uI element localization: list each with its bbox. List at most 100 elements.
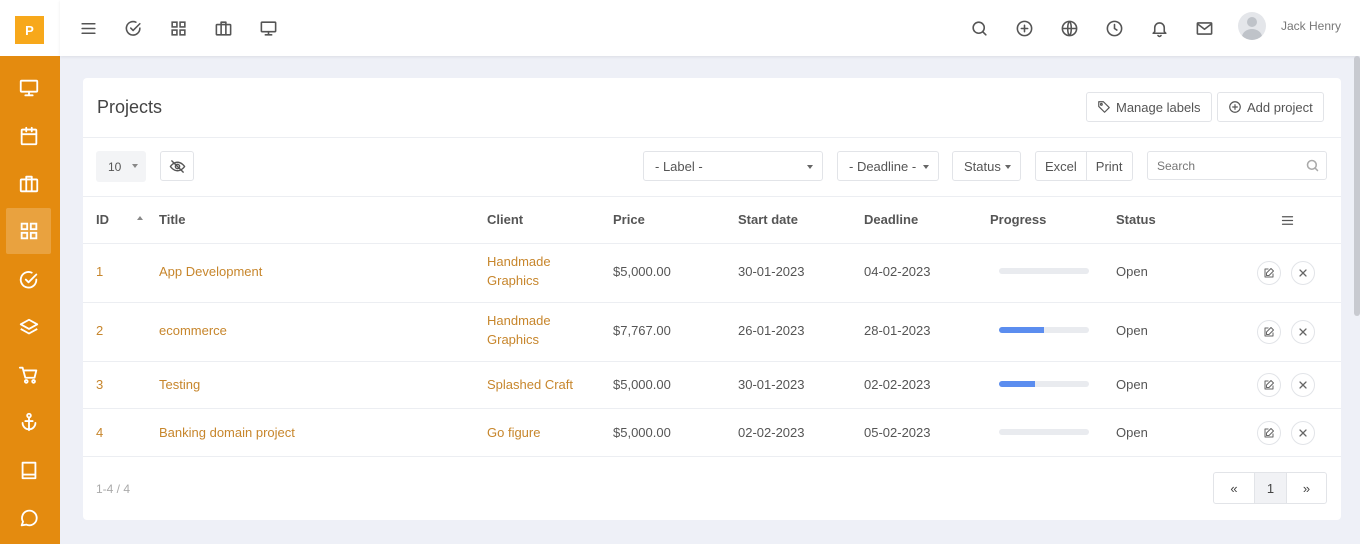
table-row: 4 Banking domain project Go figure $5,00… [83,409,1341,456]
page-1-button[interactable]: 1 [1254,473,1286,503]
toolbar-divider [83,196,1341,197]
sidebar-item-projects[interactable] [6,208,51,254]
edit-button[interactable] [1257,421,1281,445]
progress-fill [999,327,1044,333]
manage-labels-button[interactable]: Manage labels [1086,92,1212,122]
delete-button[interactable] [1291,261,1315,285]
add-project-label: Add project [1247,99,1313,115]
delete-button[interactable] [1291,320,1315,344]
table-row: 3 Testing Splashed Craft $5,000.00 30-01… [83,362,1341,408]
sidebar-item-leads[interactable] [6,305,51,351]
sidebar-item-messages[interactable] [6,495,51,541]
row-deadline: 05-02-2023 [864,425,931,440]
row-client-line2[interactable]: Graphics [487,273,539,288]
clock-icon [1106,20,1122,36]
manage-labels-label: Manage labels [1116,99,1201,115]
pagination: « 1 » [1213,472,1327,504]
notifications-button[interactable] [1146,15,1172,41]
close-icon [1299,429,1307,437]
progress-fill [999,381,1035,387]
hide-columns-button[interactable] [160,151,194,181]
table-row: 2 ecommerce Handmade Graphics $7,767.00 … [83,303,1341,361]
row-client-line1[interactable]: Handmade [487,313,551,328]
status-filter-value: Status [964,158,1001,174]
logo-area: P [0,0,60,56]
print-button[interactable]: Print [1085,152,1132,180]
sidebar-item-tasks[interactable] [6,257,51,303]
language-button[interactable] [1056,15,1082,41]
calendar-icon [20,126,37,146]
edit-button[interactable] [1257,373,1281,397]
sidebar-item-sales[interactable] [6,352,51,398]
col-header-deadline[interactable]: Deadline [864,212,918,227]
sidebar-item-knowledge[interactable] [6,447,51,493]
row-id[interactable]: 4 [96,425,103,440]
row-title[interactable]: Testing [159,377,200,392]
status-filter[interactable]: Status [952,151,1021,181]
col-header-price[interactable]: Price [613,212,645,227]
edit-icon [1264,327,1274,337]
row-price: $7,767.00 [613,323,671,338]
row-client-line1[interactable]: Handmade [487,254,551,269]
table-row: 1 App Development Handmade Graphics $5,0… [83,244,1341,302]
search-button[interactable] [966,15,992,41]
column-menu-icon[interactable] [1280,213,1295,228]
col-header-progress[interactable]: Progress [990,212,1046,227]
sidebar-item-events[interactable] [6,113,51,159]
deadline-filter[interactable]: - Deadline - [837,151,939,181]
search-input[interactable] [1147,151,1327,180]
sidebar-item-clients[interactable] [6,161,51,207]
row-title[interactable]: Banking domain project [159,425,295,440]
progress-bar [999,429,1089,435]
edit-button[interactable] [1257,320,1281,344]
col-header-client[interactable]: Client [487,212,523,227]
projects-card: Projects Manage labels Add project 10 - … [83,78,1341,520]
row-id[interactable]: 1 [96,264,103,279]
prev-page-button[interactable]: « [1214,473,1254,503]
page-size-select[interactable]: 10 [96,151,146,182]
page-scrollbar[interactable] [1354,56,1360,316]
label-filter[interactable]: - Label - [643,151,823,181]
brand-logo[interactable]: P [15,16,44,44]
sidebar-item-anchor[interactable] [6,399,51,445]
messages-button[interactable] [1191,15,1217,41]
caret-down-icon [923,165,929,169]
dashboard-shortcut-button[interactable] [255,15,281,41]
row-title[interactable]: App Development [159,264,262,279]
excel-button[interactable]: Excel [1036,152,1086,180]
timer-button[interactable] [1101,15,1127,41]
row-start-date: 26-01-2023 [738,323,805,338]
col-header-id[interactable]: ID [96,212,109,227]
col-header-title[interactable]: Title [159,212,186,227]
row-price: $5,000.00 [613,377,671,392]
add-project-button[interactable]: Add project [1217,92,1324,122]
grid-icon [20,222,37,240]
row-client[interactable]: Splashed Craft [487,377,573,392]
col-header-start-date[interactable]: Start date [738,212,798,227]
quick-add-button[interactable] [1011,15,1037,41]
edit-icon [1264,268,1274,278]
eye-off-icon [169,159,185,173]
edit-button[interactable] [1257,261,1281,285]
delete-button[interactable] [1291,373,1315,397]
tasks-shortcut-button[interactable] [120,15,146,41]
row-status: Open [1116,323,1148,338]
row-client-line2[interactable]: Graphics [487,332,539,347]
menu-toggle-button[interactable] [75,15,101,41]
row-id[interactable]: 3 [96,377,103,392]
row-client[interactable]: Go figure [487,425,540,440]
search-icon [971,20,987,36]
row-title[interactable]: ecommerce [159,323,227,338]
next-page-button[interactable]: » [1286,473,1326,503]
briefcase-icon [215,20,231,36]
row-id[interactable]: 2 [96,323,103,338]
col-header-status[interactable]: Status [1116,212,1156,227]
projects-shortcut-button[interactable] [165,15,191,41]
anchor-icon [21,412,36,432]
sidebar-item-dashboard[interactable] [6,65,51,111]
header-divider [83,137,1341,138]
clients-shortcut-button[interactable] [210,15,236,41]
delete-button[interactable] [1291,421,1315,445]
globe-icon [1061,20,1077,36]
user-menu[interactable]: Jack Henry [1238,12,1341,40]
